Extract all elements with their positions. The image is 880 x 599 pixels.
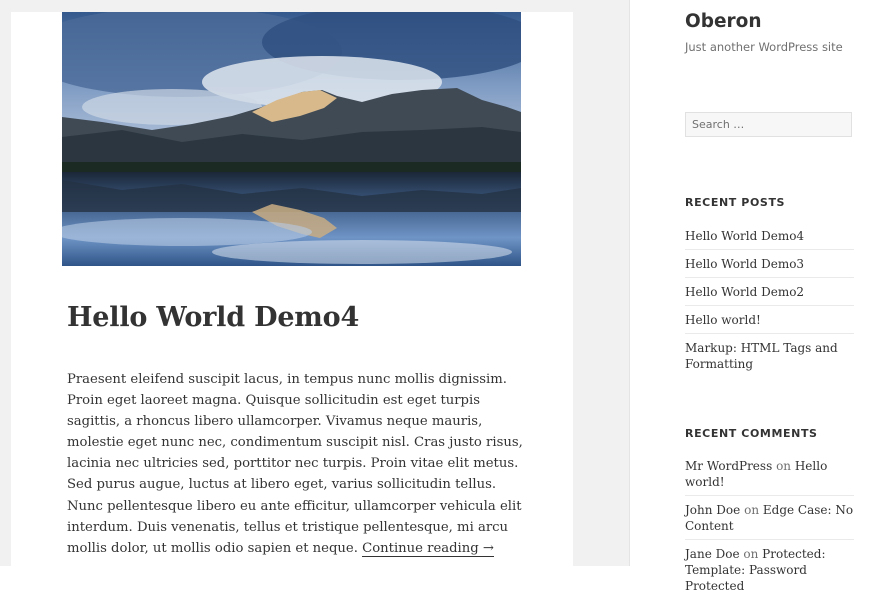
comment-connector: on (776, 459, 792, 473)
list-item: Jane Doe on Protected: Template: Passwor… (685, 540, 854, 599)
list-item: Hello world! (685, 306, 854, 334)
post-excerpt-text: Praesent eleifend suscipit lacus, in tem… (67, 372, 523, 556)
site-title[interactable]: Oberon (685, 11, 762, 32)
sidebar-divider (629, 0, 630, 566)
post-article: Hello World Demo4 Praesent eleifend susc… (11, 12, 573, 572)
recent-comments-heading: RECENT COMMENTS (685, 427, 818, 440)
recent-post-link[interactable]: Hello world! (685, 313, 761, 327)
list-item: John Doe on Edge Case: No Content (685, 496, 854, 540)
list-item: Hello World Demo3 (685, 250, 854, 278)
comment-connector: on (743, 547, 759, 561)
recent-post-link[interactable]: Markup: HTML Tags and Formatting (685, 341, 838, 371)
post-title[interactable]: Hello World Demo4 (67, 302, 359, 333)
site-tagline: Just another WordPress site (685, 40, 843, 54)
list-item: Hello World Demo4 (685, 222, 854, 250)
featured-image-link[interactable] (62, 12, 521, 266)
recent-post-link[interactable]: Hello World Demo4 (685, 229, 804, 243)
comment-author-link[interactable]: Jane Doe (685, 547, 740, 561)
search-input[interactable] (685, 112, 852, 137)
list-item: Mr WordPress on Hello world! (685, 452, 854, 496)
list-item: Markup: HTML Tags and Formatting (685, 334, 854, 377)
post-excerpt: Praesent eleifend suscipit lacus, in tem… (67, 369, 532, 559)
recent-comments-list: Mr WordPress on Hello world! John Doe on… (685, 452, 854, 599)
continue-reading-link[interactable]: Continue reading → (362, 540, 494, 557)
recent-post-link[interactable]: Hello World Demo2 (685, 285, 804, 299)
recent-post-link[interactable]: Hello World Demo3 (685, 257, 804, 271)
comment-author-link[interactable]: Mr WordPress (685, 459, 772, 473)
recent-posts-list: Hello World Demo4 Hello World Demo3 Hell… (685, 222, 854, 377)
featured-image (62, 12, 521, 266)
comment-connector: on (744, 503, 760, 517)
recent-posts-heading: RECENT POSTS (685, 196, 786, 209)
comment-author-link[interactable]: John Doe (685, 503, 740, 517)
list-item: Hello World Demo2 (685, 278, 854, 306)
